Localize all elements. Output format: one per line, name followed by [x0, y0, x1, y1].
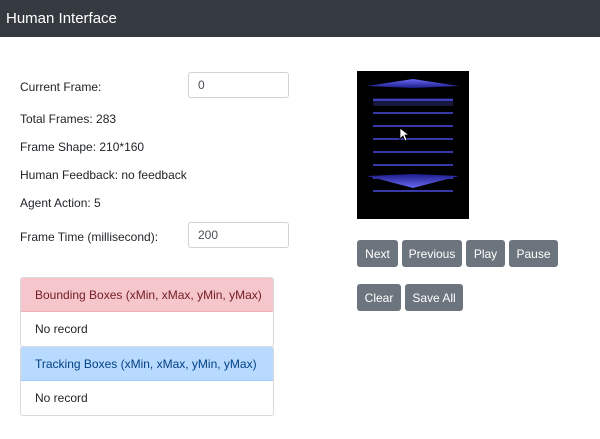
current-frame-label: Current Frame: [20, 80, 102, 94]
agent-action-text: Agent Action: 5 [20, 196, 101, 210]
pause-button[interactable]: Pause [509, 240, 558, 267]
total-frames-text: Total Frames: 283 [20, 112, 117, 126]
tracking-boxes-card: Tracking Boxes (xMin, xMax, yMin, yMax) … [20, 346, 274, 416]
save-all-button[interactable]: Save All [405, 284, 463, 311]
app-title[interactable]: Human Interface [6, 10, 117, 27]
current-frame-input[interactable] [188, 72, 289, 98]
bounding-boxes-card: Bounding Boxes (xMin, xMax, yMin, yMax) … [20, 277, 274, 347]
next-button[interactable]: Next [357, 240, 398, 267]
game-frame-canvas[interactable] [357, 71, 469, 219]
tracking-boxes-body: No record [35, 391, 88, 405]
frame-time-input[interactable] [188, 222, 289, 248]
frame-time-label: Frame Time (millisecond): [20, 230, 159, 244]
human-feedback-text: Human Feedback: no feedback [20, 168, 187, 182]
current-frame-row: Current Frame: [20, 80, 101, 94]
bounding-boxes-header: Bounding Boxes (xMin, xMax, yMin, yMax) [21, 278, 273, 312]
bounding-boxes-body: No record [35, 322, 88, 336]
play-button[interactable]: Play [466, 240, 505, 267]
frame-shape-text: Frame Shape: 210*160 [20, 140, 145, 154]
bottom-mountain-shape [367, 174, 459, 188]
game-frame-image [367, 79, 459, 192]
previous-button[interactable]: Previous [402, 240, 462, 267]
record-controls: Clear Save All [357, 284, 597, 311]
tracking-boxes-header: Tracking Boxes (xMin, xMax, yMin, yMax) [21, 347, 273, 381]
clear-button[interactable]: Clear [357, 284, 401, 311]
navbar: Human Interface [0, 0, 600, 37]
playback-controls: Next Previous Play Pause [357, 240, 597, 267]
frame-time-row: Frame Time (millisecond): [20, 230, 158, 244]
top-mountain-shape [367, 79, 459, 88]
